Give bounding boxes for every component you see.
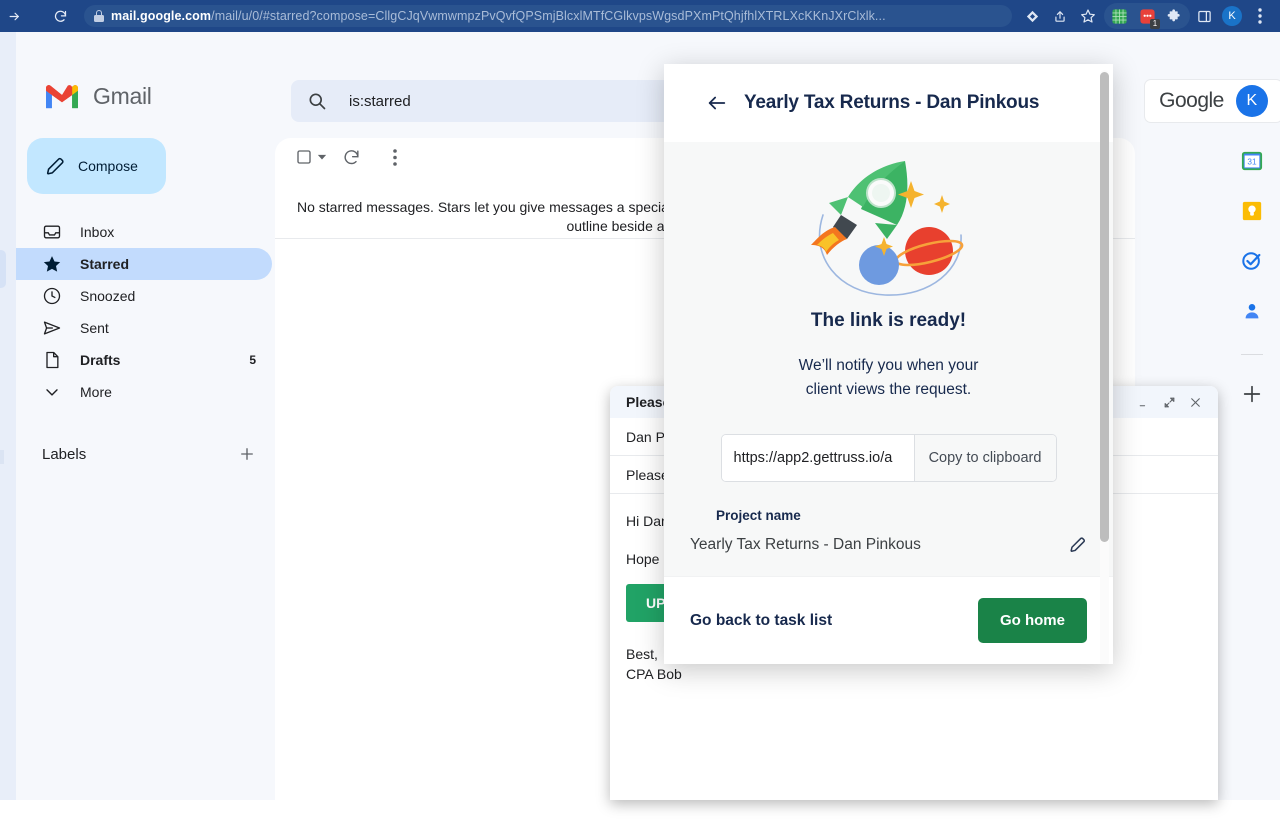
go-back-to-task-list-link[interactable]: Go back to task list	[690, 612, 962, 630]
sidebar-item-label: Starred	[80, 256, 130, 272]
send-icon	[42, 318, 62, 338]
address-bar[interactable]: mail.google.com/mail/u/0/#starred?compos…	[84, 5, 1012, 27]
compose-label: Compose	[78, 158, 138, 174]
sidebar-item-count: 5	[249, 353, 256, 367]
modal-header: Yearly Tax Returns - Dan Pinkous	[664, 64, 1113, 142]
puzzle-extensions-icon[interactable]	[1161, 2, 1189, 30]
compose-sender: CPA Bob	[626, 666, 682, 682]
google-apps-strip: 31	[1224, 138, 1280, 818]
search-query-text: is:starred	[349, 92, 411, 110]
sidebar-item-label: Snoozed	[80, 288, 136, 304]
star-icon	[42, 254, 62, 274]
google-tasks-icon[interactable]	[1241, 250, 1263, 272]
link-ready-modal: Yearly Tax Returns - Dan Pinkous The lin…	[664, 64, 1113, 664]
add-app-icon[interactable]	[1241, 383, 1263, 405]
google-calendar-icon[interactable]: 31	[1241, 150, 1263, 172]
bookmark-star-icon[interactable]	[1074, 2, 1102, 30]
chevron-down-icon	[317, 152, 327, 162]
inbox-icon	[42, 222, 62, 242]
side-panel-icon[interactable]	[1190, 2, 1218, 30]
gmail-sidebar: Compose Inbox Starred Snoozed Sent Draft…	[16, 138, 272, 470]
extensions-pill: 1	[1104, 3, 1190, 29]
draft-icon	[42, 350, 62, 370]
sidebar-item-more[interactable]: More	[16, 376, 272, 408]
share-link-row: Copy to clipboard	[720, 434, 1057, 482]
sidebar-item-label: Drafts	[80, 352, 121, 368]
modal-subtext: We’ll notify you when your client views …	[690, 354, 1087, 402]
share-link-input[interactable]	[721, 435, 914, 481]
sidebar-item-inbox[interactable]: Inbox	[16, 216, 272, 248]
gmail-wordmark: Gmail	[93, 83, 152, 109]
notes-extension-icon[interactable]: 1	[1133, 2, 1161, 30]
google-keep-icon[interactable]	[1241, 200, 1263, 222]
pencil-icon	[44, 155, 66, 177]
modal-subtext-line-1: We’ll notify you when your	[798, 357, 979, 374]
checkbox-icon	[295, 148, 313, 166]
modal-title: Yearly Tax Returns - Dan Pinkous	[744, 92, 1040, 113]
compose-button[interactable]: Compose	[27, 138, 166, 194]
sidebar-item-label: Inbox	[80, 224, 115, 240]
extension-badge-count: 1	[1150, 19, 1160, 29]
modal-footer: Go back to task list Go home	[664, 576, 1113, 664]
chevron-down-icon	[42, 382, 62, 402]
gmail-app: Gmail is:starred Google K Compose Inbox …	[0, 32, 1280, 818]
sidebar-nav-list: Inbox Starred Snoozed Sent Drafts 5 More	[16, 216, 272, 408]
sidebar-item-drafts[interactable]: Drafts 5	[16, 344, 272, 376]
tab-stub-secondary	[0, 450, 4, 464]
back-arrow-icon[interactable]	[706, 92, 728, 114]
browser-chrome: mail.google.com/mail/u/0/#starred?compos…	[0, 0, 1280, 32]
url-path: /mail/u/0/#starred?compose=CllgCJqVwmwmp…	[211, 9, 886, 23]
google-account-pill[interactable]: Google K	[1145, 80, 1280, 122]
strip-divider	[1241, 354, 1263, 355]
sidebar-item-sent[interactable]: Sent	[16, 312, 272, 344]
select-all-checkbox[interactable]	[289, 148, 327, 166]
expand-icon[interactable]	[1156, 389, 1182, 415]
grid-extension-icon[interactable]	[1105, 2, 1133, 30]
minimize-icon[interactable]	[1130, 389, 1156, 415]
refresh-button[interactable]	[331, 138, 371, 176]
avatar: K	[1235, 85, 1268, 117]
modal-scrollbar-thumb[interactable]	[1100, 72, 1109, 542]
gmail-logo[interactable]: Gmail	[43, 82, 152, 111]
reload-icon[interactable]	[46, 2, 74, 30]
url-host: mail.google.com	[111, 9, 212, 23]
forward-arrow-icon[interactable]	[0, 2, 28, 30]
left-edge-strip	[0, 32, 16, 800]
labels-header-label: Labels	[42, 445, 87, 463]
tab-stub	[0, 250, 6, 288]
search-icon	[307, 91, 327, 111]
chrome-profile-avatar[interactable]: K	[1218, 2, 1246, 30]
modal-scroll-area: The link is ready! We’ll notify you when…	[664, 142, 1113, 576]
close-icon[interactable]	[1182, 389, 1208, 415]
sidebar-item-starred[interactable]: Starred	[16, 248, 272, 280]
avatar: K	[1222, 6, 1242, 26]
modal-headline: The link is ready!	[810, 310, 967, 331]
rocket-illustration	[690, 148, 1087, 308]
labels-header-row: Labels	[16, 438, 272, 470]
project-name-label: Project name	[716, 508, 801, 523]
chrome-menu-icon[interactable]	[1246, 2, 1274, 30]
project-name-row: Yearly Tax Returns - Dan Pinkous	[690, 535, 1087, 554]
sidebar-item-snoozed[interactable]: Snoozed	[16, 280, 272, 312]
clock-icon	[42, 286, 62, 306]
modal-scrollbar[interactable]	[1100, 70, 1109, 664]
go-home-button[interactable]: Go home	[977, 598, 1087, 643]
add-label-icon[interactable]	[238, 445, 256, 463]
page-insights-icon[interactable]	[1018, 2, 1046, 30]
copy-to-clipboard-button[interactable]: Copy to clipboard	[913, 435, 1056, 481]
google-contacts-icon[interactable]	[1241, 300, 1263, 322]
gmail-m-icon	[46, 85, 78, 109]
share-icon[interactable]	[1046, 2, 1074, 30]
pencil-icon[interactable]	[1068, 535, 1087, 554]
project-name-value: Yearly Tax Returns - Dan Pinkous	[690, 535, 921, 553]
lock-icon	[94, 10, 104, 22]
svg-text:31: 31	[1247, 158, 1257, 167]
sidebar-item-label: More	[80, 384, 112, 400]
google-wordmark: Google	[1159, 89, 1224, 112]
modal-subtext-line-2: client views the request.	[805, 381, 972, 398]
sidebar-item-label: Sent	[80, 320, 109, 336]
modal-bottom-spacer	[664, 554, 1113, 576]
more-options-button[interactable]	[375, 138, 415, 176]
modal-body: The link is ready! We’ll notify you when…	[664, 148, 1113, 523]
